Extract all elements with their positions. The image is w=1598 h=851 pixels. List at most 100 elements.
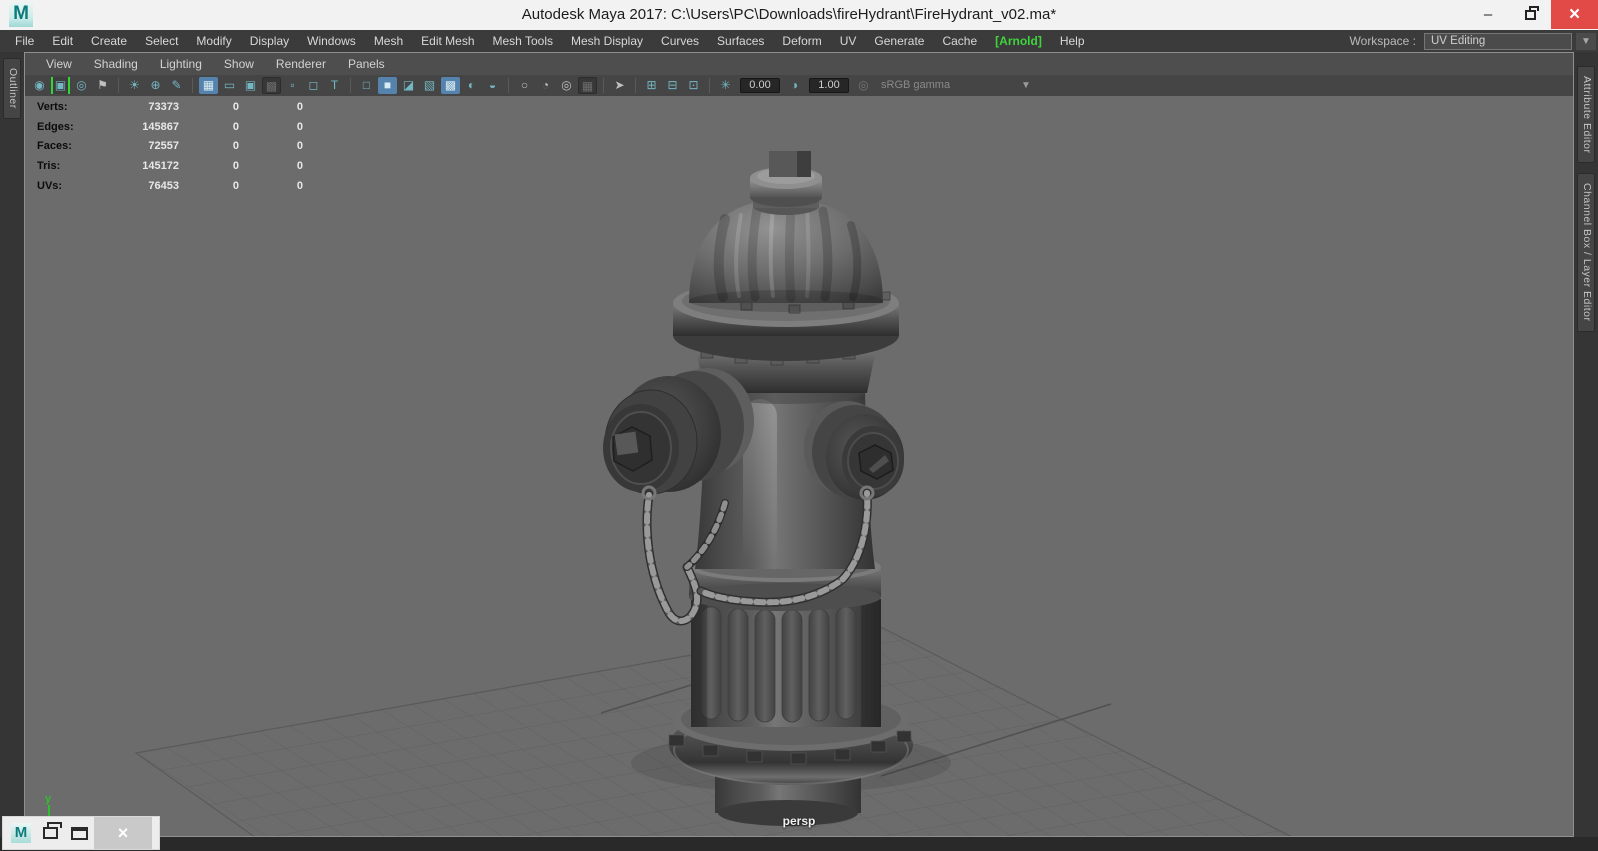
lock-camera-icon[interactable]: ▣ bbox=[51, 77, 70, 94]
bookmark-icon[interactable]: ⚑ bbox=[93, 77, 112, 94]
panel-menu-renderer[interactable]: Renderer bbox=[265, 53, 337, 75]
maya-mini-logo-icon: M bbox=[11, 823, 31, 843]
colorspace-dropdown[interactable]: sRGB gamma bbox=[875, 78, 993, 93]
select-camera-icon[interactable]: ◉ bbox=[30, 77, 49, 94]
occlusion-icon[interactable]: ◒ bbox=[483, 77, 502, 94]
menu-item-curves[interactable]: Curves bbox=[652, 30, 708, 52]
film-gate-icon[interactable]: ▭ bbox=[220, 77, 239, 94]
hud-value: 0 bbox=[232, 140, 239, 153]
hud-value: 0 bbox=[232, 160, 239, 173]
gamma-icon[interactable]: ◑ bbox=[785, 77, 804, 94]
menu-item-surfaces[interactable]: Surfaces bbox=[708, 30, 773, 52]
hud-value: 76453 bbox=[148, 179, 179, 192]
menu-item-uv[interactable]: UV bbox=[831, 30, 866, 52]
close-button[interactable]: × bbox=[1551, 0, 1598, 29]
motion-blur-icon[interactable]: ○ bbox=[515, 77, 534, 94]
wireframe-icon[interactable]: □ bbox=[357, 77, 376, 94]
toolbar-separator bbox=[635, 78, 636, 93]
menu-item-help[interactable]: Help bbox=[1051, 30, 1094, 52]
menu-item-mesh[interactable]: Mesh bbox=[365, 30, 412, 52]
panel-menu-view[interactable]: View bbox=[35, 53, 83, 75]
toolbar-separator bbox=[118, 78, 119, 93]
hud-value: 72557 bbox=[148, 140, 179, 153]
textured-icon[interactable]: ▧ bbox=[420, 77, 439, 94]
viewport-3d[interactable]: y Verts: 73373 0 0 Edges: 145867 0 0 Fac… bbox=[25, 96, 1573, 836]
menu-item-create[interactable]: Create bbox=[82, 30, 136, 52]
workspace-label: Workspace : bbox=[1349, 34, 1416, 48]
panel-menu-shading[interactable]: Shading bbox=[83, 53, 149, 75]
minimize-button[interactable]: – bbox=[1467, 0, 1509, 29]
shadows-icon[interactable]: ◐ bbox=[462, 77, 481, 94]
axis-y-label: y bbox=[45, 793, 52, 805]
gamma-field[interactable]: 1.00 bbox=[809, 78, 849, 93]
pan-zoom-icon[interactable]: ⊕ bbox=[146, 77, 165, 94]
grid-plane-icon[interactable]: ▦ bbox=[578, 77, 597, 94]
hud-value: 145867 bbox=[142, 120, 179, 133]
panel-menu-panels[interactable]: Panels bbox=[337, 53, 396, 75]
menu-item-modify[interactable]: Modify bbox=[187, 30, 240, 52]
main-menubar: File Edit Create Select Modify Display Windows… bbox=[0, 30, 1598, 52]
exposure-field[interactable]: 0.00 bbox=[740, 78, 780, 93]
hud-label: Edges: bbox=[37, 120, 74, 133]
left-dock: Outliner bbox=[0, 52, 24, 837]
menu-item-windows[interactable]: Windows bbox=[298, 30, 365, 52]
panel-menu-show[interactable]: Show bbox=[213, 53, 265, 75]
menu-item-cache[interactable]: Cache bbox=[933, 30, 986, 52]
dock-tab-outliner[interactable]: Outliner bbox=[3, 58, 21, 119]
color-managed-icon[interactable]: ◎ bbox=[854, 77, 873, 94]
hud-label: UVs: bbox=[37, 179, 63, 192]
camera-attributes-icon[interactable]: ◎ bbox=[72, 77, 91, 94]
hud-value: 145172 bbox=[142, 160, 179, 173]
minimized-window-bar: M × bbox=[3, 817, 159, 849]
image-plane-icon[interactable]: ☀ bbox=[125, 77, 144, 94]
smooth-shade-icon[interactable]: ■ bbox=[378, 77, 397, 94]
viewport-pane: View Shading Lighting Show Renderer Panels ◉ ▣… bbox=[24, 52, 1574, 837]
isolate-select-icon[interactable]: ⊞ bbox=[642, 77, 661, 94]
wireframe-on-shaded-icon[interactable]: ◪ bbox=[399, 77, 418, 94]
resolution-gate-icon[interactable]: ▣ bbox=[241, 77, 260, 94]
maximize-window-icon[interactable] bbox=[71, 826, 88, 840]
exposure-icon[interactable]: ✳ bbox=[716, 77, 735, 94]
menu-item-file[interactable]: File bbox=[6, 30, 43, 52]
gate-mask-icon[interactable]: ▩ bbox=[262, 77, 281, 94]
grid-toggle-icon[interactable]: ▦ bbox=[199, 77, 218, 94]
safe-action-icon[interactable]: ◻ bbox=[304, 77, 323, 94]
viewport-canvas: y bbox=[35, 149, 1296, 836]
workspace-caret-icon[interactable]: ▼ bbox=[1576, 32, 1596, 50]
multisample-icon[interactable]: ◔ bbox=[536, 77, 555, 94]
panel-menu-lighting[interactable]: Lighting bbox=[149, 53, 213, 75]
dock-tab-attribute-editor[interactable]: Attribute Editor bbox=[1577, 66, 1595, 164]
menu-item-select[interactable]: Select bbox=[136, 30, 187, 52]
menu-item-meshtools[interactable]: Mesh Tools bbox=[484, 30, 562, 52]
menu-item-generate[interactable]: Generate bbox=[865, 30, 933, 52]
menu-item-edit[interactable]: Edit bbox=[43, 30, 82, 52]
isolate-view-icon[interactable]: ⊡ bbox=[684, 77, 703, 94]
workspace-dropdown[interactable]: UV Editing bbox=[1424, 32, 1572, 50]
isolate-selected-icon[interactable]: ⊟ bbox=[663, 77, 682, 94]
dock-tab-channel-box-layer-editor[interactable]: Channel Box / Layer Editor bbox=[1577, 173, 1595, 332]
depth-of-field-icon[interactable]: ◎ bbox=[557, 77, 576, 94]
safe-title-icon[interactable]: T bbox=[325, 77, 344, 94]
bottom-strip bbox=[0, 837, 1598, 851]
toolbar-separator bbox=[709, 78, 710, 93]
menu-item-meshdisplay[interactable]: Mesh Display bbox=[562, 30, 652, 52]
close-window-button[interactable]: × bbox=[94, 817, 152, 849]
restore-button[interactable] bbox=[1509, 0, 1551, 29]
menu-item-deform[interactable]: Deform bbox=[773, 30, 830, 52]
menu-item-editmesh[interactable]: Edit Mesh bbox=[412, 30, 483, 52]
field-chart-icon[interactable]: ▫ bbox=[283, 77, 302, 94]
grease-pencil-icon[interactable]: ✎ bbox=[167, 77, 186, 94]
object-selection-icon[interactable]: ➤ bbox=[610, 77, 629, 94]
hud-value: 73373 bbox=[148, 101, 179, 113]
hud-label: Verts: bbox=[37, 101, 68, 113]
menu-item-display[interactable]: Display bbox=[241, 30, 298, 52]
viewport-toolbar: ◉ ▣ ◎ ⚑ ☀ ⊕ ✎ ▦ ▭ ▣ ▩ ▫ ◻ T □ ■ ◪ ▧ ▩ ◐ ◒ ○ ◔ ◎ ▦ ➤ ⊞ ⊟ ⊡ ✳ 0.00 ◑ 1.00 ◎… bbox=[25, 75, 1573, 96]
maya-application-window: M Autodesk Maya 2017: C:\Users\PC\Downlo… bbox=[0, 0, 1598, 851]
use-all-lights-icon[interactable]: ▩ bbox=[441, 77, 460, 94]
restore-window-icon[interactable] bbox=[43, 822, 62, 839]
right-dock: Attribute Editor Channel Box / Layer Edit… bbox=[1574, 52, 1598, 837]
hud-value: 0 bbox=[232, 179, 239, 192]
toolbar-separator bbox=[192, 78, 193, 93]
colorspace-caret-icon[interactable]: ▼ bbox=[1021, 80, 1031, 91]
menu-item-arnold[interactable]: [Arnold] bbox=[986, 30, 1051, 52]
